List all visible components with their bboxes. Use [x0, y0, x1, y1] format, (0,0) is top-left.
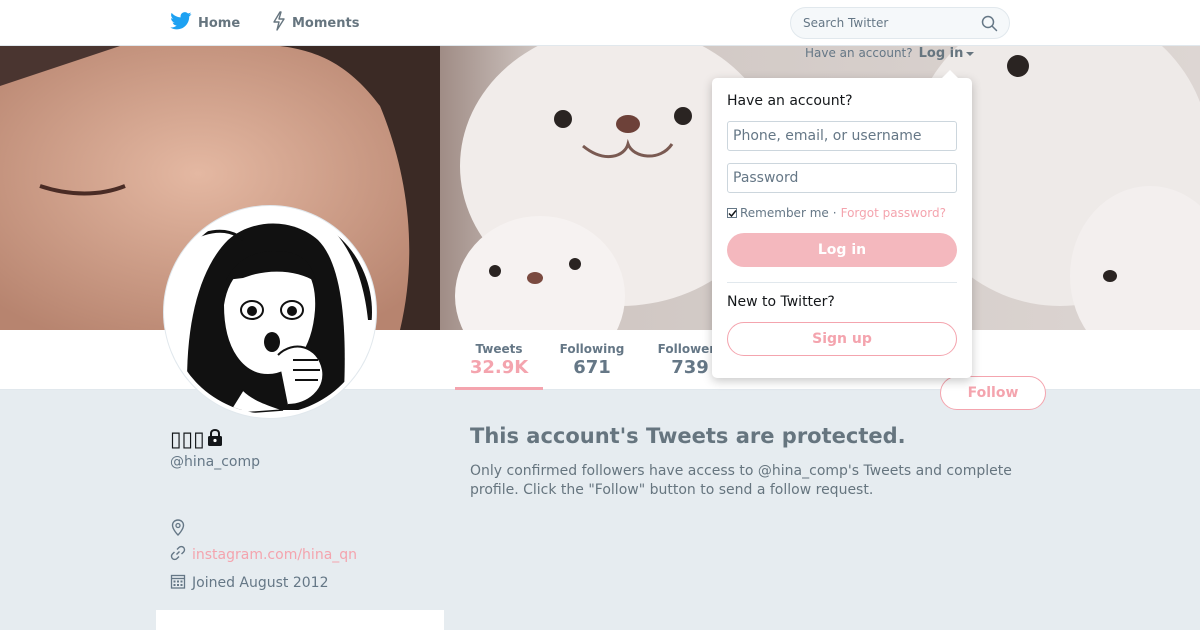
twitter-bird-icon [170, 12, 192, 34]
search-icon[interactable] [981, 15, 998, 36]
remember-label: Remember me [740, 206, 829, 220]
stat-tweets-label: Tweets [475, 342, 523, 356]
sidebar-card [156, 610, 444, 630]
profile-url-link[interactable]: instagram.com/hina_qn [192, 547, 357, 563]
login-heading: Have an account? [727, 93, 853, 109]
have-account-bar: Have an account? Log in [805, 46, 975, 61]
lightning-icon [272, 11, 286, 35]
protected-text: Only confirmed followers have access to … [470, 463, 1012, 498]
profile-name: ▯▯▯ [170, 427, 223, 451]
profile-joined: Joined August 2012 [170, 573, 328, 593]
avatar[interactable] [164, 206, 376, 418]
stat-tweets[interactable]: Tweets 32.9K [455, 330, 543, 390]
remember-checkbox[interactable] [727, 208, 737, 218]
username-field[interactable] [727, 121, 957, 151]
login-toggle[interactable]: Log in [919, 46, 975, 61]
remember-separator: · [832, 206, 837, 220]
stat-following-value: 671 [573, 357, 611, 378]
stat-following-label: Following [559, 342, 625, 356]
nav-moments-label: Moments [292, 15, 360, 31]
new-to-twitter: New to Twitter? [727, 294, 835, 310]
login-button[interactable]: Log in [727, 233, 957, 267]
profile-name-text: ▯▯▯ [170, 427, 205, 451]
forgot-password-link[interactable]: Forgot password? [841, 206, 946, 220]
stat-tweets-value: 32.9K [469, 357, 529, 378]
calendar-icon [170, 573, 186, 593]
lock-icon [207, 427, 223, 451]
link-icon [170, 545, 186, 565]
profile-joined-text: Joined August 2012 [192, 575, 329, 591]
location-pin-icon [170, 519, 186, 540]
profile-handle[interactable]: @hina_comp [170, 454, 260, 470]
have-account-text: Have an account? [805, 46, 913, 60]
nav-moments[interactable]: Moments [272, 0, 359, 46]
top-nav: Home Moments [0, 0, 1200, 46]
login-toggle-label: Log in [918, 45, 964, 61]
login-dropdown: Have an account? Remember me · Forgot pa… [712, 70, 972, 378]
password-field[interactable] [727, 163, 957, 193]
profile-url: instagram.com/hina_qn [170, 545, 357, 565]
profile-location [170, 519, 186, 540]
signup-button[interactable]: Sign up [727, 322, 957, 356]
follow-button[interactable]: Follow [940, 376, 1046, 410]
search-box [790, 7, 1010, 39]
protected-title: This account's Tweets are protected. [470, 424, 906, 448]
nav-home-label: Home [198, 15, 241, 31]
caret-down-icon [966, 46, 975, 61]
search-input[interactable] [803, 16, 973, 30]
stat-following[interactable]: Following 671 [552, 330, 632, 390]
remember-row: Remember me · Forgot password? [727, 205, 957, 221]
dropdown-divider [727, 282, 957, 283]
nav-home[interactable]: Home [170, 0, 240, 46]
